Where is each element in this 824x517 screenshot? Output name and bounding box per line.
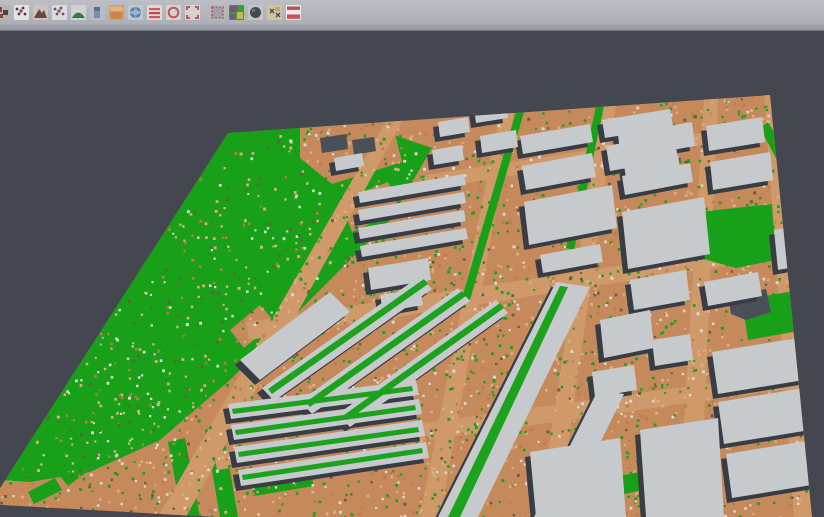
tree-line bbox=[698, 204, 776, 268]
flag-stripes-icon bbox=[286, 5, 301, 20]
profile-icon bbox=[90, 5, 105, 20]
target-circle-icon bbox=[166, 5, 181, 20]
toolbar-separator bbox=[202, 5, 208, 20]
building-roof bbox=[530, 438, 626, 517]
profile-icon[interactable] bbox=[90, 5, 105, 20]
contour-lines-icon[interactable] bbox=[147, 5, 162, 20]
point-cloud-icon[interactable] bbox=[52, 5, 67, 20]
pick-point-icon bbox=[14, 5, 29, 20]
toolbar-lower-strip bbox=[0, 24, 824, 31]
3d-viewport-canvas[interactable] bbox=[0, 0, 824, 517]
toolbar bbox=[0, 0, 824, 24]
pick-point-icon[interactable] bbox=[14, 5, 29, 20]
terrain-icon[interactable] bbox=[71, 5, 86, 20]
globe-icon bbox=[128, 5, 143, 20]
image-frame-icon bbox=[210, 5, 225, 20]
image-frame-icon[interactable] bbox=[210, 5, 225, 20]
flag-stripes-icon[interactable] bbox=[286, 5, 301, 20]
sphere-model-icon bbox=[248, 5, 263, 20]
crop-tool-icon bbox=[0, 5, 10, 20]
sphere-model-icon[interactable] bbox=[248, 5, 263, 20]
building-roof bbox=[640, 418, 724, 517]
terrain-icon bbox=[71, 5, 86, 20]
selection-box-icon bbox=[185, 5, 200, 20]
map-marks-icon[interactable] bbox=[267, 5, 282, 20]
classification-map-icon bbox=[229, 5, 244, 20]
classification-map-icon[interactable] bbox=[229, 5, 244, 20]
globe-icon[interactable] bbox=[128, 5, 143, 20]
application-window bbox=[0, 0, 824, 517]
selection-box-icon[interactable] bbox=[185, 5, 200, 20]
point-cloud-icon bbox=[52, 5, 67, 20]
mesh-mountain-icon bbox=[33, 5, 48, 20]
target-circle-icon[interactable] bbox=[166, 5, 181, 20]
ortho-image-icon bbox=[109, 5, 124, 20]
ortho-image-icon[interactable] bbox=[109, 5, 124, 20]
contour-lines-icon bbox=[147, 5, 162, 20]
mesh-mountain-icon[interactable] bbox=[33, 5, 48, 20]
map-marks-icon bbox=[267, 5, 282, 20]
crop-tool-icon[interactable] bbox=[0, 5, 10, 20]
